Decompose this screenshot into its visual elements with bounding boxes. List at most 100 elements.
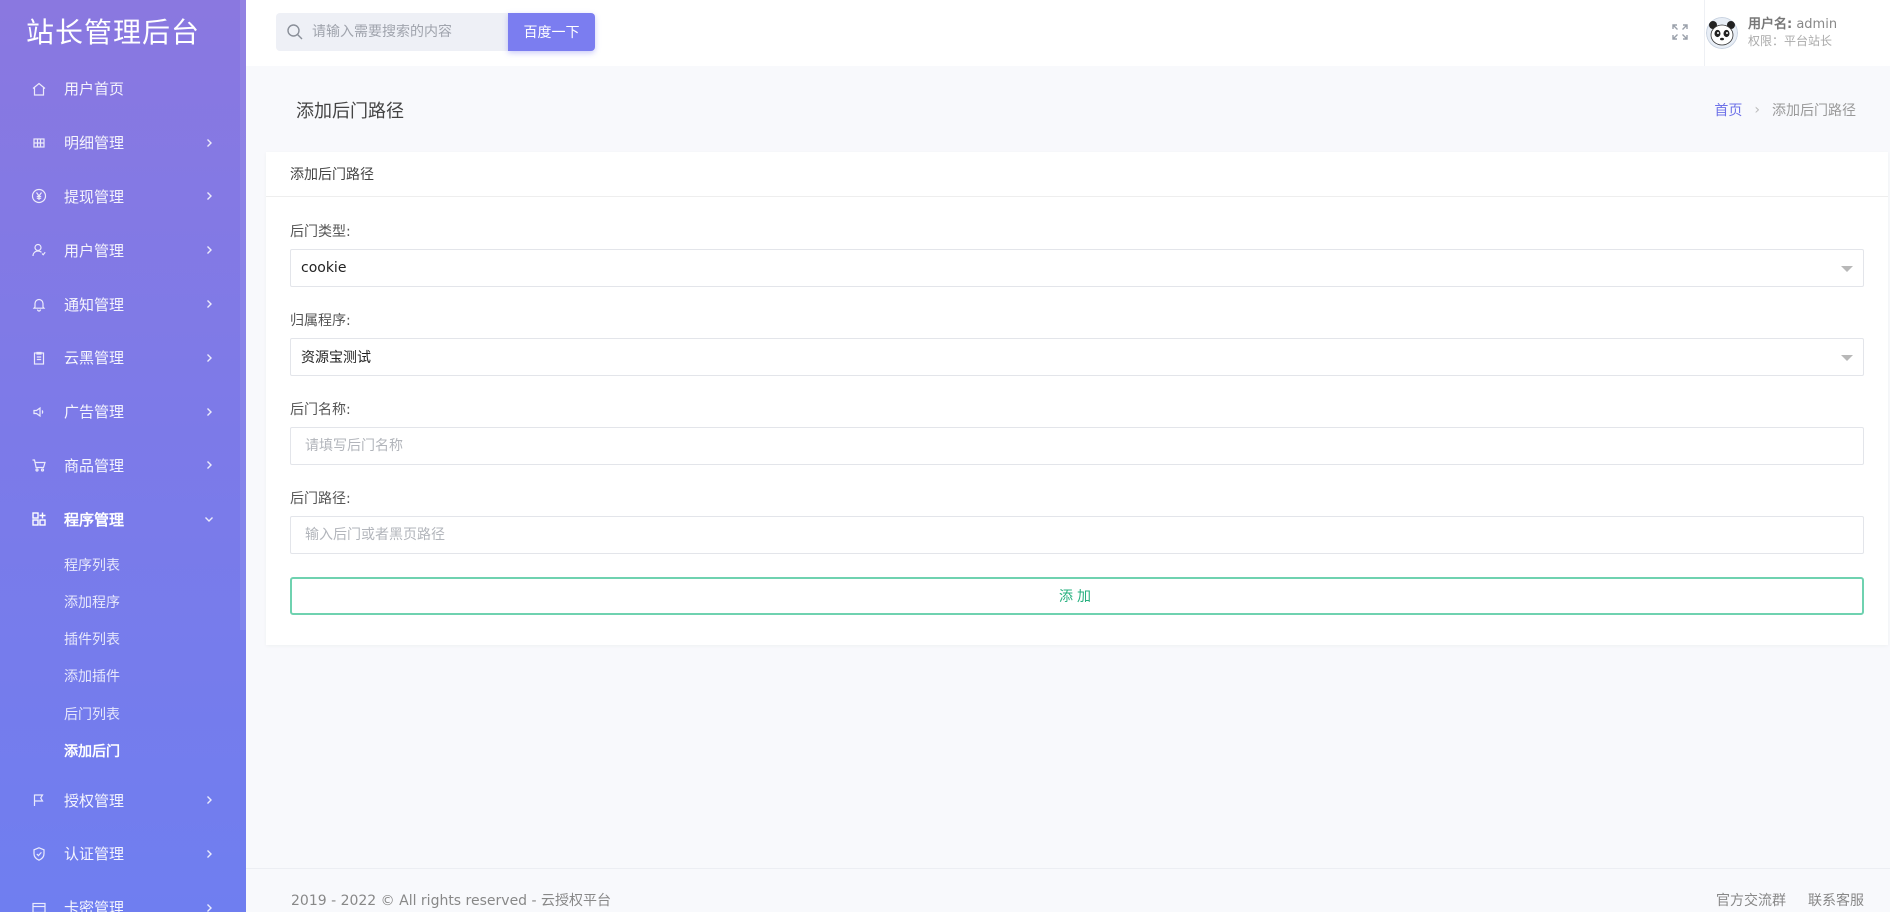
chevron-right-icon [204, 407, 214, 417]
apps-icon [30, 510, 48, 528]
sidebar-subitem-add-plugin[interactable]: 添加插件 [0, 658, 246, 695]
topbar-divider [1704, 0, 1705, 66]
home-icon [30, 80, 48, 98]
form-card: 添加后门路径 后门类型: cookie 归属程序: 资源宝测试 后门名称: 后门… [266, 152, 1888, 645]
sidebar-item-withdraw[interactable]: 提现管理 [0, 170, 246, 224]
user-name: admin [1796, 17, 1838, 32]
sidebar-nav-lower: 授权管理 认证管理 卡密管理 [0, 773, 246, 912]
user-menu[interactable]: 用户名: admin 权限：平台站长 [1706, 0, 1880, 66]
sidebar-item-label: 用户管理 [64, 241, 125, 260]
field-backdoor-path: 后门路径: [290, 488, 1864, 554]
avatar [1706, 17, 1738, 49]
sidebar-item-label: 商品管理 [64, 456, 125, 475]
chevron-right-icon [204, 299, 214, 309]
sidebar-item-label: 程序管理 [64, 510, 125, 529]
search-button[interactable]: 百度一下 [508, 13, 595, 51]
field-label: 后门类型: [290, 224, 351, 240]
sidebar-item-cards[interactable]: 卡密管理 [0, 881, 246, 912]
sidebar-item-programs[interactable]: 程序管理 [0, 492, 246, 546]
sidebar-item-blacklist[interactable]: 云黑管理 [0, 331, 246, 385]
breadcrumb: 首页 › 添加后门路径 [1714, 100, 1856, 120]
select-value: 资源宝测试 [301, 350, 371, 366]
sidebar-item-label: 提现管理 [64, 187, 125, 206]
flag-icon [30, 791, 48, 809]
chevron-right-icon [204, 903, 214, 912]
breadcrumb-current: 添加后门路径 [1772, 103, 1856, 119]
card-body: 后门类型: cookie 归属程序: 资源宝测试 后门名称: 后门路径: 添加 [266, 197, 1888, 615]
backdoor-type-select[interactable]: cookie [290, 249, 1864, 287]
sidebar-item-details[interactable]: 明细管理 [0, 116, 246, 170]
sidebar-item-users[interactable]: 用户管理 [0, 223, 246, 277]
field-label: 归属程序: [290, 313, 351, 329]
chevron-right-icon [204, 353, 214, 363]
program-select[interactable]: 资源宝测试 [290, 338, 1864, 376]
footer: 2019 - 2022 © All rights reserved - 云授权平… [246, 868, 1890, 912]
breadcrumb-home-link[interactable]: 首页 [1714, 100, 1742, 120]
sidebar-subitem-program-list[interactable]: 程序列表 [0, 546, 246, 583]
field-backdoor-name: 后门名称: [290, 399, 1864, 465]
chevron-right-icon [204, 191, 214, 201]
sidebar-item-ads[interactable]: 广告管理 [0, 385, 246, 439]
sidebar-subitem-add-program[interactable]: 添加程序 [0, 583, 246, 620]
field-label: 后门名称: [290, 402, 351, 418]
table-icon [30, 134, 48, 152]
chevron-right-icon [204, 460, 214, 470]
chevron-down-icon [204, 514, 214, 524]
sidebar-nav: 用户首页 明细管理 提现管理 用户管理 通知管理 云黑管理 广告管理 商品管理 … [0, 62, 246, 546]
field-program: 归属程序: 资源宝测试 [290, 310, 1864, 376]
sidebar-item-label: 云黑管理 [64, 349, 125, 368]
user-role: 权限：平台站长 [1748, 34, 1833, 48]
chevron-right-icon [204, 245, 214, 255]
sidebar-submenu-programs: 程序列表 添加程序 插件列表 添加插件 后门列表 添加后门 [0, 546, 246, 773]
search-bar: 百度一下 [276, 13, 596, 51]
topbar: 百度一下 用户名: admin 权限：平台站长 [246, 0, 1890, 66]
sidebar: 站长管理后台 用户首页 明细管理 提现管理 用户管理 通知管理 云黑管理 广告管… [0, 0, 246, 912]
page-title: 添加后门路径 [296, 101, 404, 122]
sidebar-item-label: 卡密管理 [64, 899, 125, 912]
backdoor-path-input[interactable] [290, 516, 1864, 554]
user-name-label: 用户名: [1748, 17, 1793, 32]
chevron-right-icon [204, 138, 214, 148]
sidebar-subitem-plugin-list[interactable]: 插件列表 [0, 621, 246, 658]
yen-icon [30, 187, 48, 205]
chevron-right-icon [204, 849, 214, 859]
fullscreen-icon[interactable] [1670, 22, 1690, 42]
chevron-right-icon [204, 795, 214, 805]
card-title: 添加后门路径 [266, 152, 1888, 197]
user-icon [30, 241, 48, 259]
field-backdoor-type: 后门类型: cookie [290, 221, 1864, 287]
user-meta: 用户名: admin 权限：平台站长 [1748, 17, 1837, 49]
caret-down-icon [1841, 355, 1853, 361]
footer-links: 官方交流群 联系客服 [1716, 890, 1864, 910]
sidebar-item-products[interactable]: 商品管理 [0, 439, 246, 493]
sidebar-item-notifications[interactable]: 通知管理 [0, 277, 246, 331]
backdoor-name-input[interactable] [290, 427, 1864, 465]
sidebar-item-label: 明细管理 [64, 134, 125, 153]
brand-title: 站长管理后台 [26, 16, 201, 49]
sidebar-item-label: 用户首页 [64, 80, 125, 99]
sidebar-item-home[interactable]: 用户首页 [0, 62, 246, 116]
sidebar-subitem-add-backdoor[interactable]: 添加后门 [0, 732, 246, 769]
speaker-icon [30, 403, 48, 421]
field-label: 后门路径: [290, 491, 351, 507]
sidebar-item-label: 授权管理 [64, 791, 125, 810]
search-box [276, 13, 508, 51]
breadcrumb-separator: › [1754, 102, 1760, 118]
sidebar-item-verification[interactable]: 认证管理 [0, 827, 246, 881]
page-header: 添加后门路径 首页 › 添加后门路径 [246, 66, 1890, 152]
search-input[interactable] [312, 24, 492, 40]
sidebar-subitem-backdoor-list[interactable]: 后门列表 [0, 695, 246, 732]
caret-down-icon [1841, 266, 1853, 272]
sidebar-item-label: 广告管理 [64, 403, 125, 422]
card-icon [30, 899, 48, 912]
add-button[interactable]: 添加 [290, 577, 1864, 615]
cart-icon [30, 456, 48, 474]
clipboard-icon [30, 349, 48, 367]
footer-link-group[interactable]: 官方交流群 [1716, 890, 1786, 910]
footer-link-service[interactable]: 联系客服 [1808, 890, 1864, 910]
sidebar-item-authorization[interactable]: 授权管理 [0, 773, 246, 827]
bell-icon [30, 295, 48, 313]
shield-check-icon [30, 845, 48, 863]
sidebar-item-label: 认证管理 [64, 845, 125, 864]
copyright-text: 2019 - 2022 © All rights reserved - 云授权平… [291, 893, 612, 909]
